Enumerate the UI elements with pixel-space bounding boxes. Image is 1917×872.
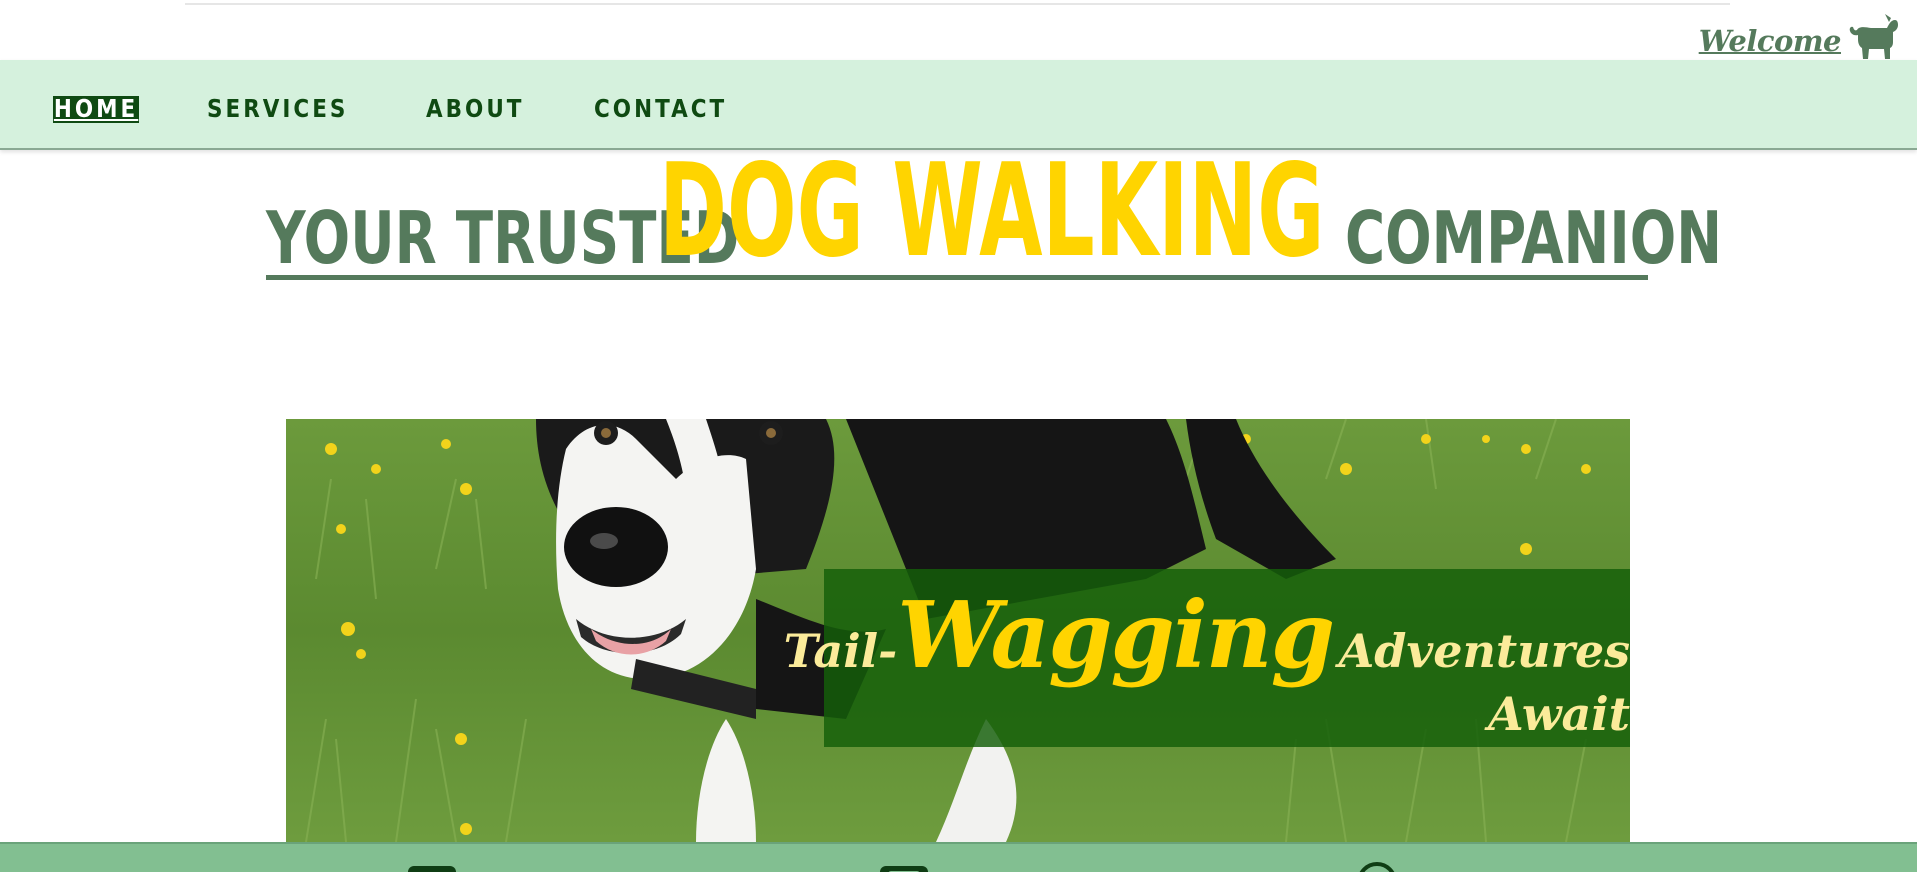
top-divider — [185, 0, 1730, 5]
banner-await: Await — [1488, 687, 1630, 741]
instagram-icon[interactable] — [880, 862, 930, 872]
headline-underline — [266, 275, 1648, 280]
nav-contact[interactable]: CONTACT — [594, 96, 727, 123]
footer — [0, 842, 1917, 872]
nav-services[interactable]: SERVICES — [207, 96, 348, 123]
nav-about[interactable]: ABOUT — [426, 96, 524, 123]
welcome-label[interactable]: Welcome — [1699, 24, 1842, 58]
headline-part-companion: COMPANION — [1345, 196, 1723, 280]
banner-tail: Tail- — [783, 624, 898, 678]
page-headline: YOUR TRUSTED DOG WALKING COMPANION — [266, 137, 1722, 286]
welcome-link[interactable]: Welcome — [1699, 14, 1899, 60]
nav-home[interactable]: HOME — [53, 96, 140, 123]
banner-wagging: Wagging — [897, 581, 1335, 689]
nav-menu: HOME SERVICES ABOUT CONTACT — [53, 96, 749, 123]
headline-part-dog-walking: DOG WALKING — [659, 137, 1325, 286]
dog-icon — [1849, 14, 1898, 59]
banner-adventures: Adventures — [1338, 624, 1630, 678]
location-icon[interactable] — [1355, 862, 1405, 872]
hero-image: Tail-Wagging Adventures Await — [286, 419, 1630, 842]
facebook-icon[interactable] — [408, 862, 458, 872]
hero-banner: Tail-Wagging Adventures Await — [784, 569, 1630, 747]
